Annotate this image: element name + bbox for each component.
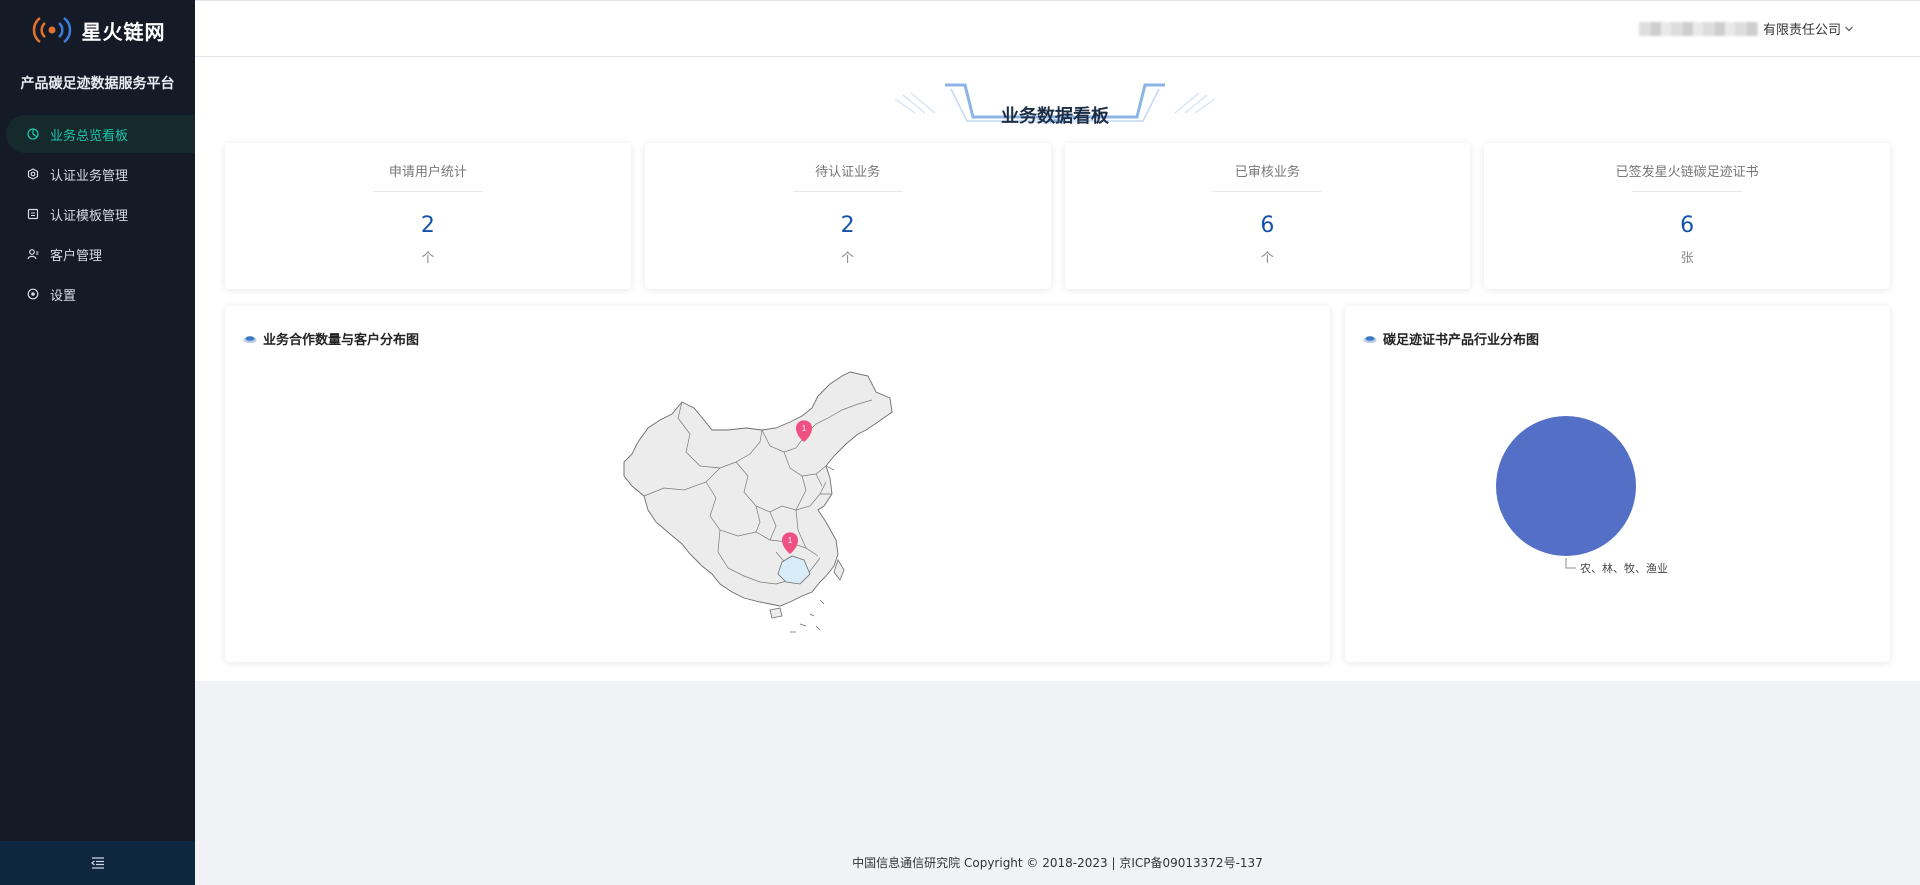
stat-card-title: 已审核业务 [1234,165,1300,180]
sidebar-item-customers[interactable]: 客户管理 [6,235,195,273]
stat-card-title: 待认证业务 [815,165,881,180]
stat-card-certificates: 已签发星火链碳足迹证书 6 张 [1484,143,1890,289]
stat-card-unit: 个 [421,251,435,266]
divider [372,191,483,192]
pin-label: 1 [788,536,793,545]
industry-pie-chart[interactable]: 农、林、牧、渔业 [1495,416,1795,616]
divider [1212,191,1323,192]
chevron-down-icon [1845,26,1853,31]
pie-label-line [1565,558,1576,569]
stat-card-value: 2 [840,213,855,238]
stat-card-value: 6 [1260,213,1275,238]
signal-logo-icon [32,17,71,43]
map-panel-title: 业务合作数量与客户分布图 [263,333,420,348]
gear-icon [26,167,40,181]
stat-card-applicants: 申请用户统计 2 个 [225,143,631,289]
stat-card-unit: 个 [841,251,855,266]
dashboard-title: 业务数据看板 [1001,106,1109,127]
sidebar: 星火链网 产品碳足迹数据服务平台 业务总览看板 认证业务管理 认证模板管理 客户 [0,0,195,885]
stat-card-title: 申请用户统计 [388,165,467,180]
company-dropdown[interactable]: 有限责任公司 [1638,19,1854,38]
settings-icon [26,287,40,301]
divider [792,191,903,192]
collapse-menu-icon [90,857,104,869]
sidebar-item-label: 业务总览看板 [50,128,129,144]
user-icon [26,247,40,261]
main-content: 业务数据看板 申请用户统计 2 个 待认证业务 2 个 已审核业务 6 个 已签… [195,57,1920,681]
stat-cards: 申请用户统计 2 个 待认证业务 2 个 已审核业务 6 个 已签发星火链碳足迹… [225,143,1890,289]
panel-title: 碳足迹证书产品行业分布图 [1363,329,1539,348]
company-name: 有限责任公司 [1762,23,1841,38]
sidebar-item-label: 认证业务管理 [50,168,129,184]
dashboard-banner: 业务数据看板 [645,73,1465,137]
sidebar-menu: 业务总览看板 认证业务管理 认证模板管理 客户管理 设置 [0,115,195,313]
stat-card-unit: 个 [1260,251,1274,266]
collapse-menu-button[interactable] [0,841,195,885]
pie-panel-title: 碳足迹证书产品行业分布图 [1383,333,1540,348]
stat-card-value: 2 [420,213,435,238]
top-header: 有限责任公司 [195,0,1920,57]
sidebar-item-settings[interactable]: 设置 [6,275,195,313]
map-panel: 业务合作数量与客户分布图 1 1 [225,306,1330,662]
title-bullet-icon [243,335,257,343]
sidebar-item-certification[interactable]: 认证业务管理 [6,155,195,193]
panel-title: 业务合作数量与客户分布图 [243,329,419,348]
pie-slice[interactable] [1496,416,1636,556]
stat-card-unit: 张 [1680,251,1694,266]
stat-card-reviewed: 已审核业务 6 个 [1064,143,1471,289]
logo[interactable]: 星火链网 [0,0,195,60]
sidebar-item-templates[interactable]: 认证模板管理 [6,195,195,233]
platform-name: 产品碳足迹数据服务平台 [20,76,175,92]
sidebar-item-label: 设置 [50,288,77,304]
stat-card-pending: 待认证业务 2 个 [644,143,1051,289]
china-outline [623,371,893,607]
pie-panel: 碳足迹证书产品行业分布图 农、林、牧、渔业 [1345,306,1890,662]
china-map[interactable]: 1 1 [620,370,940,640]
pie-label: 农、林、牧、渔业 [1580,561,1668,575]
stat-card-title: 已签发星火链碳足迹证书 [1615,165,1759,180]
divider [1632,191,1743,192]
logo-text: 星火链网 [81,19,166,44]
dashboard-icon [26,127,40,141]
template-icon [26,207,40,221]
footer: 中国信息通信研究院 Copyright © 2018-2023 | 京ICP备0… [852,856,1263,870]
sidebar-item-label: 客户管理 [50,248,103,264]
redacted-company-prefix [1638,21,1759,36]
stat-card-value: 6 [1680,213,1695,238]
pin-label: 1 [802,424,807,433]
sidebar-item-label: 认证模板管理 [50,208,129,224]
sidebar-item-dashboard[interactable]: 业务总览看板 [6,115,195,153]
title-bullet-icon [1363,335,1377,343]
